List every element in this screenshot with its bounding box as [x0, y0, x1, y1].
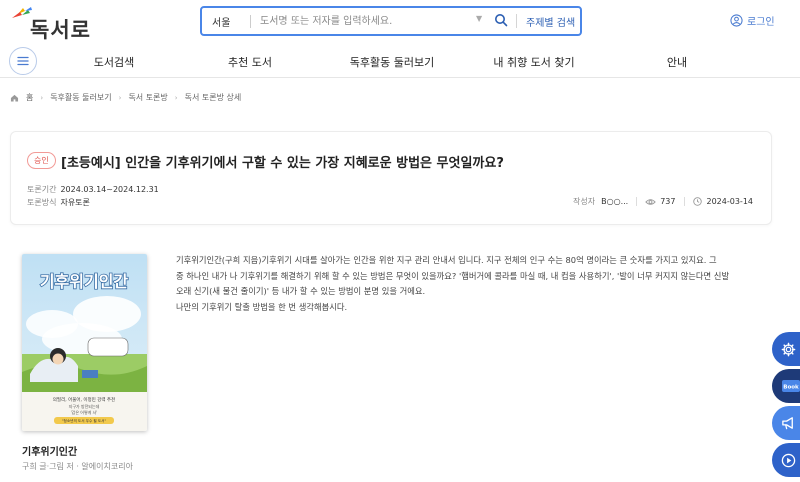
description-line: 나만의 기후위기 탈출 방법을 한 번 생각해봅시다.: [176, 301, 348, 312]
nav-recommended-books[interactable]: 추천 도서: [228, 54, 272, 70]
nav-reading-activities[interactable]: 독후활동 둘러보기: [350, 54, 434, 70]
method-label: 토론방식: [27, 198, 57, 207]
description-line: 기후위기인간(구희 지음)기후위기 시대를 살아가는 인간을 위한 지구 관리 …: [176, 255, 717, 265]
topic-title: [초등예시] 인간을 기후위기에서 구할 수 있는 가장 지혜로운 방법은 무엇…: [61, 156, 504, 171]
search-divider: [250, 15, 251, 28]
search-region-select[interactable]: 서울: [212, 14, 230, 29]
clock-icon: [692, 197, 702, 206]
site-header: 독서로 서울 ▼ 주제별 검색 로그인: [0, 0, 800, 44]
book-cover-art: 기후위기인간 의필리, 어울어, 이정민 강력 추천 지구가 방전되는데 '갑은…: [22, 254, 147, 431]
settings-fab[interactable]: [772, 332, 800, 366]
chevron-down-icon[interactable]: ▼: [476, 14, 482, 23]
theme-search-button[interactable]: 주제별 검색: [526, 14, 575, 29]
chevron-right-icon: ›: [118, 93, 122, 102]
hamburger-icon: [17, 56, 29, 66]
book-fab[interactable]: Book: [772, 369, 800, 403]
book-author: 구희 글·그림 저 · 알에이치코리아: [22, 462, 133, 471]
breadcrumb-home[interactable]: 홈: [26, 92, 33, 103]
description-line: 오래 신기(새 물건 줄이기)' 등 내가 할 수 있는 방법이 분명 있을 거…: [176, 286, 426, 296]
author-value: B○○...: [601, 197, 629, 206]
stats-divider: [683, 197, 685, 206]
topic-description: 기후위기인간(구희 지음)기후위기 시대를 살아가는 인간을 위한 지구 관리 …: [176, 253, 766, 315]
cover-line: 지구가 방전되는데: [69, 403, 100, 409]
menu-button[interactable]: [9, 47, 37, 75]
user-icon: [730, 14, 743, 27]
breadcrumb: 홈 › 독후활동 둘러보기 › 독서 토론방 › 독서 토론방 상세: [10, 92, 241, 103]
description-line: 중 하나인 내가 나 기후위기를 해결하기 위해 할 수 있는 방법은 무엇이 …: [176, 270, 730, 281]
search-box: 서울 ▼ 주제별 검색: [200, 6, 582, 36]
login-label: 로그인: [747, 17, 775, 28]
logo[interactable]: 독서로: [12, 6, 92, 42]
status-badge: 승인: [27, 152, 56, 169]
announcement-fab[interactable]: [772, 406, 800, 440]
chevron-right-icon: ›: [174, 93, 178, 102]
period-value: 2024.03.14~2024.12.31: [60, 185, 159, 194]
author-label: 작성자: [573, 197, 596, 206]
search-icon[interactable]: [494, 13, 508, 27]
logo-text: 독서로: [30, 18, 91, 42]
period-label: 토론기간: [27, 185, 57, 194]
topic-card: 승인 [초등예시] 인간을 기후위기에서 구할 수 있는 가장 지혜로운 방법은…: [10, 131, 772, 225]
breadcrumb-discussion[interactable]: 독서 토론방: [128, 92, 167, 103]
period-row: 토론기간 2024.03.14~2024.12.31: [27, 184, 159, 195]
video-fab[interactable]: [772, 443, 800, 477]
gear-icon: [781, 342, 796, 356]
main-nav: 도서검색 추천 도서 독후활동 둘러보기 내 취향 도서 찾기 안내: [0, 44, 800, 78]
search-separator: [516, 14, 517, 28]
nav-find-my-taste[interactable]: 내 취향 도서 찾기: [493, 54, 574, 70]
topic-stats: 작성자 B○○... 737 2024-03-14: [573, 196, 753, 207]
play-icon: [781, 453, 796, 467]
cover-line: 의필리, 어울어, 이정민 강력 추천: [53, 396, 115, 403]
cover-title-text: 기후위기인간: [40, 272, 129, 291]
megaphone-icon: [782, 417, 793, 430]
home-icon[interactable]: [10, 94, 19, 102]
book-cover-image[interactable]: 기후위기인간 의필리, 어울어, 이정민 강력 추천 지구가 방전되는데 '갑은…: [22, 254, 147, 431]
cover-line: '갑은 어떻게 사': [71, 409, 98, 415]
login-button[interactable]: 로그인: [730, 13, 775, 28]
chevron-right-icon: ›: [40, 93, 44, 102]
view-count: 737: [660, 197, 676, 206]
post-date: 2024-03-14: [706, 197, 754, 206]
search-input[interactable]: [260, 12, 470, 30]
cover-line: "청소년의 도서 우수 필 도서": [62, 418, 107, 423]
eye-icon: [645, 198, 656, 205]
method-value: 자유토론: [60, 198, 90, 207]
book-icon: Book: [782, 380, 800, 392]
breadcrumb-current: 독서 토론방 상세: [184, 93, 242, 102]
breadcrumb-activities[interactable]: 독후활동 둘러보기: [50, 92, 111, 103]
book-title[interactable]: 기후위기인간: [22, 443, 77, 458]
nav-book-search[interactable]: 도서검색: [94, 54, 134, 70]
book-fab-label: Book: [783, 385, 799, 391]
stats-divider: [636, 197, 638, 206]
nav-guide[interactable]: 안내: [667, 54, 687, 70]
method-row: 토론방식 자유토론: [27, 197, 90, 208]
